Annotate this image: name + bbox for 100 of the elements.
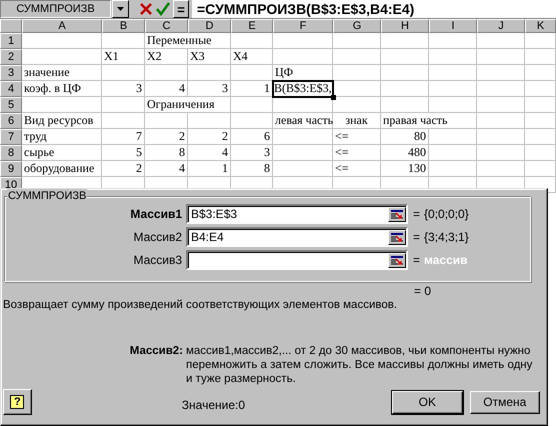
- collapse-button[interactable]: [388, 253, 406, 268]
- column-header[interactable]: B: [102, 19, 145, 33]
- table-cell: 2: [145, 129, 188, 145]
- table-cell: правая часть: [381, 113, 477, 129]
- collapse-button[interactable]: [388, 230, 406, 245]
- table-cell: 4: [145, 81, 188, 97]
- table-cell: 6: [231, 129, 273, 145]
- formula-result: = 0: [414, 284, 432, 298]
- range-select-icon: [391, 232, 403, 242]
- formula-field[interactable]: =СУММПРОИЗВ(B$3:E$3,B4:E4): [192, 0, 556, 18]
- table-cell: 5: [102, 145, 145, 161]
- table-cell: [231, 97, 273, 113]
- table-cell: X4: [231, 49, 273, 65]
- column-header[interactable]: K: [525, 19, 556, 33]
- table-cell: значение: [22, 65, 102, 81]
- table-cell: [429, 81, 477, 97]
- table-cell: [381, 65, 429, 81]
- table-cell: знак: [333, 113, 381, 129]
- range-select-icon: [391, 256, 403, 266]
- column-header[interactable]: C: [145, 19, 188, 33]
- table-cell: левая часть: [273, 113, 333, 129]
- table-cell: труд: [22, 129, 102, 145]
- table-cell: 4: [188, 145, 231, 161]
- table-cell: [231, 33, 273, 49]
- table-cell: [477, 49, 525, 65]
- column-header[interactable]: E: [231, 19, 273, 33]
- table-cell: [477, 33, 525, 49]
- table-cell: X1: [102, 49, 145, 65]
- help-button[interactable]: ?: [3, 389, 32, 415]
- table-cell: [381, 49, 429, 65]
- row-header[interactable]: 6: [0, 113, 22, 129]
- table-cell: [525, 65, 556, 81]
- table-cell: [525, 129, 556, 145]
- table-cell: [525, 113, 556, 129]
- fill-handle[interactable]: [331, 95, 336, 100]
- column-header[interactable]: D: [188, 19, 231, 33]
- column-header[interactable]: A: [22, 19, 102, 33]
- table-cell: 4: [145, 161, 188, 177]
- argument-result: {3;4;3;1}: [424, 230, 469, 244]
- cancel-icon[interactable]: [138, 2, 152, 16]
- table-cell: [525, 161, 556, 177]
- range-select-icon: [391, 210, 403, 220]
- dropdown-button[interactable]: [112, 0, 129, 18]
- table-cell: [333, 49, 381, 65]
- collapse-button[interactable]: [388, 207, 406, 222]
- table-cell: Переменные: [145, 33, 231, 49]
- argument-result: {0;0;0;0}: [424, 207, 469, 221]
- caret-icon: [117, 7, 124, 11]
- cancel-button[interactable]: Отмена: [470, 390, 540, 414]
- table-cell: [429, 65, 477, 81]
- table-cell: 8: [231, 161, 273, 177]
- table-cell: <=: [333, 129, 381, 145]
- argument-label: Массив1: [129, 207, 183, 221]
- help-icon: ?: [10, 395, 24, 409]
- table-cell: 1: [188, 161, 231, 177]
- checkmark-icon[interactable]: [156, 2, 170, 16]
- column-header[interactable]: I: [429, 19, 477, 33]
- table-cell: Вид ресурсов: [22, 113, 102, 129]
- table-cell: [273, 97, 333, 113]
- table-cell: [429, 129, 477, 145]
- active-cell[interactable]: B(B$3:E$3,: [273, 81, 333, 97]
- table-cell: Ограничения: [145, 97, 231, 113]
- argument-help-label: Массив2:: [128, 344, 184, 359]
- table-cell: 2: [102, 161, 145, 177]
- row-header[interactable]: 1: [0, 33, 22, 49]
- table-cell: [429, 145, 477, 161]
- row-header[interactable]: 3: [0, 65, 22, 81]
- table-cell: [477, 113, 525, 129]
- equals-sign: =: [413, 230, 420, 244]
- argument-field[interactable]: B$3:E$3: [186, 204, 408, 224]
- ok-button[interactable]: OK: [392, 390, 463, 414]
- argument-label: Массив2: [132, 230, 183, 244]
- column-header[interactable]: H: [381, 19, 429, 33]
- table-cell: [381, 33, 429, 49]
- argument-field[interactable]: B4:E4: [186, 227, 408, 247]
- table-cell: X2: [145, 49, 188, 65]
- corner-header[interactable]: [0, 19, 22, 33]
- table-cell: <=: [333, 161, 381, 177]
- column-header[interactable]: G: [333, 19, 381, 33]
- table-cell: 8: [145, 145, 188, 161]
- row-header[interactable]: 4: [0, 81, 22, 97]
- name-box[interactable]: СУММПРОИЗВ: [0, 0, 111, 18]
- argument-field[interactable]: [186, 250, 408, 270]
- row-header[interactable]: 8: [0, 145, 22, 161]
- argument-help-text: массив1,массив2,... от 2 до 30 массивов, чьи компоненты нужно перемножить а затем сложить. Все массивы должны иметь одну и туже размерность.: [186, 344, 534, 386]
- table-cell: [477, 65, 525, 81]
- table-cell: [477, 145, 525, 161]
- row-header[interactable]: 7: [0, 129, 22, 145]
- column-header[interactable]: F: [273, 19, 333, 33]
- table-cell: [429, 33, 477, 49]
- column-header[interactable]: J: [477, 19, 525, 33]
- table-cell: [477, 129, 525, 145]
- table-cell: [525, 49, 556, 65]
- row-header[interactable]: 2: [0, 49, 22, 65]
- row-header[interactable]: 5: [0, 97, 22, 113]
- table-cell: [429, 49, 477, 65]
- row-header[interactable]: 9: [0, 161, 22, 177]
- equals-button[interactable]: =: [173, 0, 189, 18]
- equals-sign: =: [413, 207, 420, 221]
- table-cell: [333, 65, 381, 81]
